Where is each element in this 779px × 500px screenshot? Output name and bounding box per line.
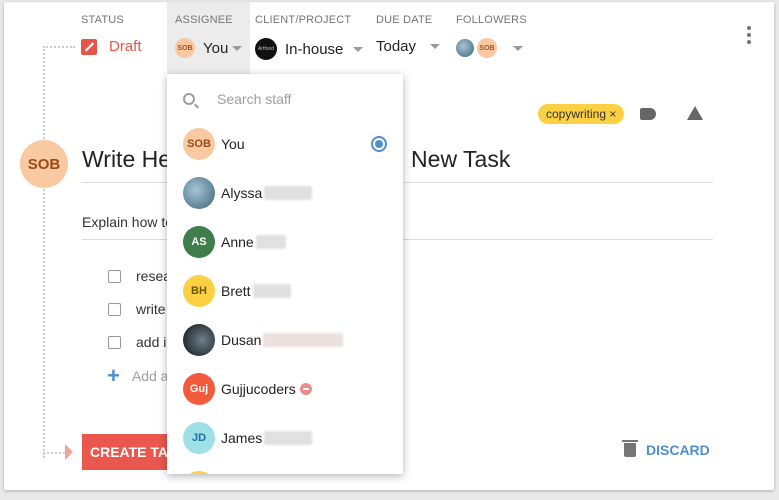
unavailable-icon <box>299 382 312 395</box>
author-avatar: SOB <box>20 140 68 188</box>
client-field[interactable]: CLIENT/PROJECT Artfood In-house <box>255 2 371 74</box>
status-text: Draft <box>109 38 142 55</box>
avatar: SOB <box>183 127 215 160</box>
staff-option-dusan[interactable]: Dusan <box>167 315 403 364</box>
search-icon <box>183 93 195 105</box>
task-title-end: New Task <box>411 146 511 172</box>
avatar <box>183 176 215 209</box>
redacted-surname <box>252 283 291 298</box>
avatar: SOB <box>477 38 497 58</box>
staff-name: You <box>221 135 245 152</box>
search-input[interactable] <box>217 91 377 107</box>
avatar: AS <box>183 225 215 258</box>
checklist-item-label: resea <box>136 268 172 284</box>
status-value[interactable]: Draft <box>81 38 142 55</box>
staff-option-alyssa[interactable]: Alyssa <box>167 168 403 217</box>
status-label: STATUS <box>81 14 124 26</box>
task-description[interactable]: Explain how to <box>82 214 173 230</box>
plus-icon: + <box>107 363 120 388</box>
checklist-item-label: write <box>136 301 166 317</box>
timeline-arrow-icon <box>65 444 73 460</box>
add-item-label: Add a <box>131 368 169 384</box>
assignee-text: You <box>203 39 229 57</box>
staff-name: James <box>221 429 263 446</box>
status-field[interactable]: STATUS Draft <box>81 2 167 74</box>
redacted-surname <box>255 234 286 249</box>
staff-option-anne[interactable]: AS Anne <box>167 217 403 266</box>
checklist-item[interactable]: write <box>108 301 166 317</box>
assignee-dropdown: SOB You Alyssa AS Anne BH Brett Dusan Gu… <box>167 74 403 474</box>
edit-icon <box>81 38 97 55</box>
avatar: Guj <box>183 372 215 405</box>
chevron-down-icon <box>353 46 364 52</box>
redacted-surname <box>264 185 313 200</box>
checklist-item[interactable]: add i <box>108 334 166 350</box>
more-options-icon[interactable] <box>747 26 751 47</box>
followers-value[interactable]: SOB <box>456 38 523 58</box>
task-title-start: Write He <box>82 146 172 172</box>
discard-label: DISCARD <box>646 442 710 458</box>
staff-option-gujjucoders[interactable]: Guj Gujjucoders <box>167 364 403 413</box>
timeline-line <box>43 46 45 458</box>
label-icon[interactable] <box>640 108 656 120</box>
timeline-line <box>43 452 65 454</box>
avatar <box>183 323 215 356</box>
staff-name: Gujjucoders <box>221 380 296 397</box>
checklist-item-label: add i <box>136 334 167 350</box>
selected-radio-icon[interactable] <box>371 135 387 152</box>
due-text: Today <box>376 38 417 55</box>
assignee-label: ASSIGNEE <box>175 14 233 26</box>
followers-field[interactable]: FOLLOWERS SOB <box>454 2 534 74</box>
tag-chip[interactable]: copywriting × <box>538 104 625 124</box>
chevron-down-icon <box>513 45 523 51</box>
staff-option-partial[interactable] <box>167 462 403 474</box>
avatar: SOB <box>175 38 195 58</box>
discard-button[interactable]: DISCARD <box>622 440 710 458</box>
chevron-down-icon <box>430 44 441 49</box>
client-text: In-house <box>285 40 344 58</box>
avatar <box>456 39 474 57</box>
warning-icon[interactable] <box>687 106 703 120</box>
staff-search[interactable] <box>167 74 403 124</box>
checkbox[interactable] <box>108 335 121 349</box>
client-logo: Artfood <box>255 38 277 60</box>
followers-label: FOLLOWERS <box>456 14 527 26</box>
assignee-value[interactable]: SOB You <box>175 38 243 58</box>
assignee-field[interactable]: ASSIGNEE SOB You <box>167 2 250 74</box>
chevron-down-icon <box>232 45 243 51</box>
client-value[interactable]: Artfood In-house <box>255 38 364 60</box>
due-date-field[interactable]: DUE DATE Today <box>374 2 454 74</box>
staff-name: Anne <box>221 233 254 250</box>
staff-option-james[interactable]: JD James <box>167 413 403 462</box>
staff-name: Alyssa <box>221 184 263 201</box>
avatar: JD <box>183 421 215 454</box>
avatar <box>183 470 215 474</box>
add-checklist-item[interactable]: + Add a <box>107 363 169 388</box>
checkbox[interactable] <box>108 302 121 316</box>
avatar: BH <box>183 274 215 307</box>
trash-icon <box>622 440 638 457</box>
staff-option-you[interactable]: SOB You <box>167 119 403 168</box>
redacted-surname <box>263 332 344 347</box>
due-value[interactable]: Today <box>376 38 441 55</box>
staff-option-brett[interactable]: BH Brett <box>167 266 403 315</box>
staff-name: Brett <box>221 282 251 299</box>
timeline-line <box>43 46 75 48</box>
staff-name: Dusan <box>221 331 262 348</box>
create-task-button[interactable]: CREATE TASK <box>82 434 172 470</box>
checkbox[interactable] <box>108 269 121 283</box>
due-label: DUE DATE <box>376 14 433 26</box>
redacted-surname <box>264 430 313 445</box>
client-label: CLIENT/PROJECT <box>255 14 352 26</box>
checklist-item[interactable]: resea <box>108 268 171 284</box>
